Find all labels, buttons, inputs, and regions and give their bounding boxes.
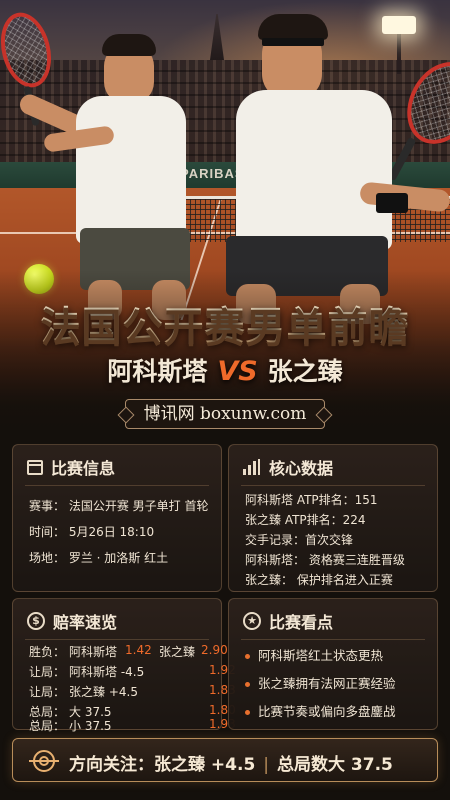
- core-data-card: 核心数据 阿科斯塔 ATP排名：151 张之臻 ATP排名：224 交手记录：首…: [228, 444, 438, 592]
- player-acosta-shirt: [76, 96, 186, 244]
- vs-label: VS: [217, 356, 258, 387]
- core-data-row: 阿科斯塔： 资格赛三连胜晋级: [245, 553, 405, 567]
- core-data-row: 张之臻 ATP排名：224: [245, 513, 366, 527]
- matchup-line: 阿科斯塔 VS 张之臻: [0, 352, 450, 388]
- divider: [25, 485, 209, 486]
- match-info-row: 场地： 罗兰 · 加洛斯 红土: [29, 551, 169, 565]
- sponsor-banner-text: PARIBAS: [180, 166, 245, 181]
- divider: [25, 639, 209, 640]
- hero-banner: PARIBAS 法国公开赛男单前瞻 阿科斯塔VS张之臻 博讯网 boxunw: [0, 0, 450, 440]
- match-info-title: 比赛信息: [51, 459, 116, 478]
- match-info-row: 时间： 5月26日 18:10: [29, 525, 155, 539]
- divider: [241, 485, 425, 486]
- focus-pick-1: 张之臻 +4.5: [154, 755, 256, 775]
- player-zhang-shirt: [236, 90, 392, 250]
- page-title: 法国公开赛男单前瞻: [0, 294, 450, 352]
- wristband: [376, 193, 408, 213]
- match-info-row: 赛事： 法国公开赛 男子单打 首轮: [29, 499, 209, 513]
- bullet-icon: [245, 682, 250, 687]
- bar-chart-icon: [243, 459, 261, 475]
- floodlight: [382, 16, 416, 34]
- divider: [241, 639, 425, 640]
- core-data-row: 阿科斯塔 ATP排名：151: [245, 493, 378, 507]
- highlight-item: 比赛节奏或偏向多盘鏖战: [245, 701, 396, 720]
- highlights-card: ★ 比赛看点 阿科斯塔红土状态更热 张之臻拥有法网正赛经验 比赛节奏或偏向多盘鏖…: [228, 598, 438, 730]
- player-a-name: 阿科斯塔: [107, 357, 208, 386]
- highlight-item: 阿科斯塔红土状态更热: [245, 645, 383, 664]
- headband: [262, 38, 324, 46]
- site-badge[interactable]: 博讯网 boxunw.com: [125, 399, 325, 429]
- dollar-coin-icon: $: [27, 612, 45, 630]
- match-info-card: 比赛信息 赛事： 法国公开赛 男子单打 首轮 时间： 5月26日 18:10 场…: [12, 444, 222, 592]
- highlight-item: 张之臻拥有法网正赛经验: [245, 673, 396, 692]
- odds-title: 赔率速览: [53, 613, 118, 632]
- core-data-title: 核心数据: [269, 459, 334, 478]
- calendar-icon: [27, 459, 43, 475]
- focus-divider: |: [263, 755, 270, 775]
- star-icon: ★: [243, 612, 261, 630]
- core-data-row: 交手记录：首次交锋: [245, 533, 354, 547]
- focus-pick-text: 方向关注：张之臻 +4.5 | 总局数大 37.5: [69, 750, 393, 775]
- odds-card: $ 赔率速览 胜负： 阿科斯塔 1.42 张之臻 2.90 让局： 阿科斯塔 -…: [12, 598, 236, 733]
- focus-label: 方向关注：: [69, 755, 154, 775]
- focus-pick-bar[interactable]: 方向关注：张之臻 +4.5 | 总局数大 37.5: [12, 738, 438, 782]
- focus-pick-2: 总局数大 37.5: [277, 755, 393, 775]
- player-b-name: 张之臻: [267, 357, 343, 386]
- target-icon: [29, 750, 59, 772]
- core-data-row: 张之臻： 保护排名进入正赛: [245, 573, 393, 587]
- highlights-title: 比赛看点: [269, 613, 334, 632]
- bullet-icon: [245, 654, 250, 659]
- bullet-icon: [245, 710, 250, 715]
